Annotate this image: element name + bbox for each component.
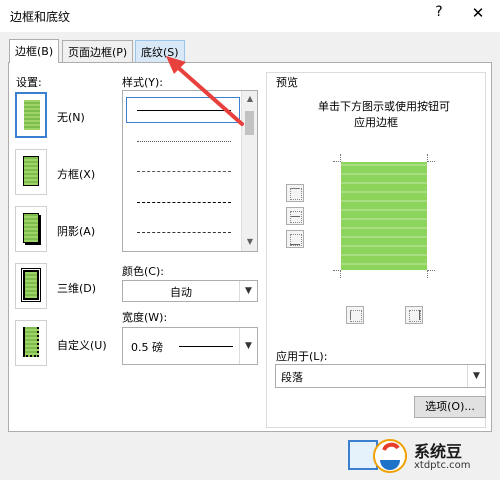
right-border-button[interactable] xyxy=(405,306,423,324)
page-icon xyxy=(23,327,39,357)
style-small-dash[interactable] xyxy=(137,171,231,172)
width-sample-line xyxy=(179,346,233,347)
tab-page-border[interactable]: 页面边框(P) xyxy=(62,40,134,62)
preview-hint-2: 应用边框 xyxy=(354,116,398,129)
watermark-url: xtdptc.com xyxy=(414,460,471,471)
tab-borders[interactable]: 边框(B) xyxy=(9,39,60,63)
bottom-border-button[interactable] xyxy=(286,230,304,248)
setting-custom-label[interactable]: 自定义(U) xyxy=(57,337,107,353)
top-border-button[interactable] xyxy=(286,184,304,202)
page-icon xyxy=(23,213,39,243)
style-dash-dot[interactable] xyxy=(137,232,231,233)
watermark-logo-icon xyxy=(373,439,407,473)
title-bar xyxy=(0,0,500,32)
settings-label: 设置: xyxy=(16,76,42,89)
window-title: 边框和底纹 xyxy=(10,10,71,24)
apply-to-value: 段落 xyxy=(281,371,303,384)
setting-custom-icon[interactable] xyxy=(15,320,47,366)
color-label: 颜色(C): xyxy=(122,265,164,278)
left-border-button[interactable] xyxy=(346,306,364,324)
setting-3d-label[interactable]: 三维(D) xyxy=(57,280,96,296)
preview-hint-1: 单击下方图示或使用按钮可 xyxy=(318,100,450,113)
options-button[interactable]: 选项(O)... xyxy=(414,396,486,418)
style-dash[interactable] xyxy=(137,202,231,203)
setting-box-label[interactable]: 方框(X) xyxy=(57,166,95,182)
preview-page[interactable] xyxy=(341,162,427,270)
chevron-down-icon[interactable]: ▼ xyxy=(239,281,257,301)
color-combo[interactable]: 自动 ▼ xyxy=(122,280,258,302)
apply-to-label: 应用于(L): xyxy=(276,350,328,363)
watermark-name: 系统豆 xyxy=(414,442,463,461)
setting-none-icon[interactable] xyxy=(15,92,47,138)
annotation-arrow-icon xyxy=(166,56,244,126)
middle-border-button[interactable] xyxy=(286,207,304,225)
help-button[interactable]: ? xyxy=(430,4,448,26)
width-label: 宽度(W): xyxy=(122,311,168,324)
chevron-down-icon[interactable]: ▼ xyxy=(239,328,257,364)
apply-to-combo[interactable]: 段落 ▼ xyxy=(275,364,486,388)
width-combo[interactable]: 0.5 磅 ▼ xyxy=(122,327,258,365)
chevron-down-icon[interactable]: ▼ xyxy=(467,365,485,387)
setting-shadow-icon[interactable] xyxy=(15,206,47,252)
width-value: 0.5 磅 xyxy=(131,341,163,354)
corner-mark xyxy=(333,154,341,162)
setting-3d-icon[interactable] xyxy=(15,263,47,309)
page-icon xyxy=(23,156,39,186)
style-dotted[interactable] xyxy=(137,141,231,142)
setting-shadow-label[interactable]: 阴影(A) xyxy=(57,223,95,239)
corner-mark xyxy=(333,270,341,278)
watermark: 系统豆 xtdptc.com xyxy=(372,436,496,476)
setting-box-icon[interactable] xyxy=(15,149,47,195)
preview-label: 预览 xyxy=(276,76,298,89)
tab-label: 页面边框(P) xyxy=(68,46,128,59)
tab-label: 边框(B) xyxy=(15,45,54,58)
setting-none-label[interactable]: 无(N) xyxy=(57,109,85,125)
corner-mark xyxy=(427,154,435,162)
scroll-down-icon[interactable]: ▼ xyxy=(242,237,258,246)
style-label: 样式(Y): xyxy=(122,76,164,89)
page-icon xyxy=(21,268,41,302)
corner-mark xyxy=(427,270,435,278)
page-icon xyxy=(24,100,40,130)
close-button[interactable]: ✕ xyxy=(467,4,489,26)
color-value: 自动 xyxy=(170,286,192,299)
